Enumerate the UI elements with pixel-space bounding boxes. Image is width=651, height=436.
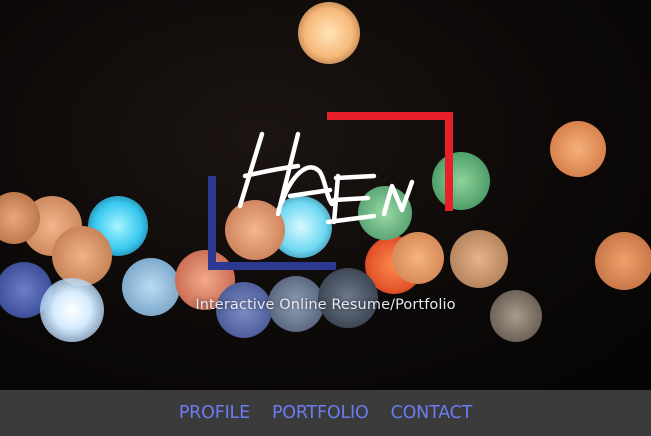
logo bbox=[208, 112, 453, 270]
hero-tagline: Interactive Online Resume/Portfolio bbox=[195, 297, 456, 313]
nav-link-profile[interactable]: PROFILE bbox=[179, 403, 250, 423]
nav-link-portfolio[interactable]: PORTFOLIO bbox=[272, 403, 369, 423]
logo-frame-blue-bracket bbox=[208, 176, 336, 270]
logo-signature bbox=[237, 131, 415, 225]
bottom-navbar: PROFILE PORTFOLIO CONTACT bbox=[0, 390, 651, 436]
nav-link-contact[interactable]: CONTACT bbox=[391, 403, 473, 423]
hero-background: Interactive Online Resume/Portfolio bbox=[0, 0, 651, 390]
